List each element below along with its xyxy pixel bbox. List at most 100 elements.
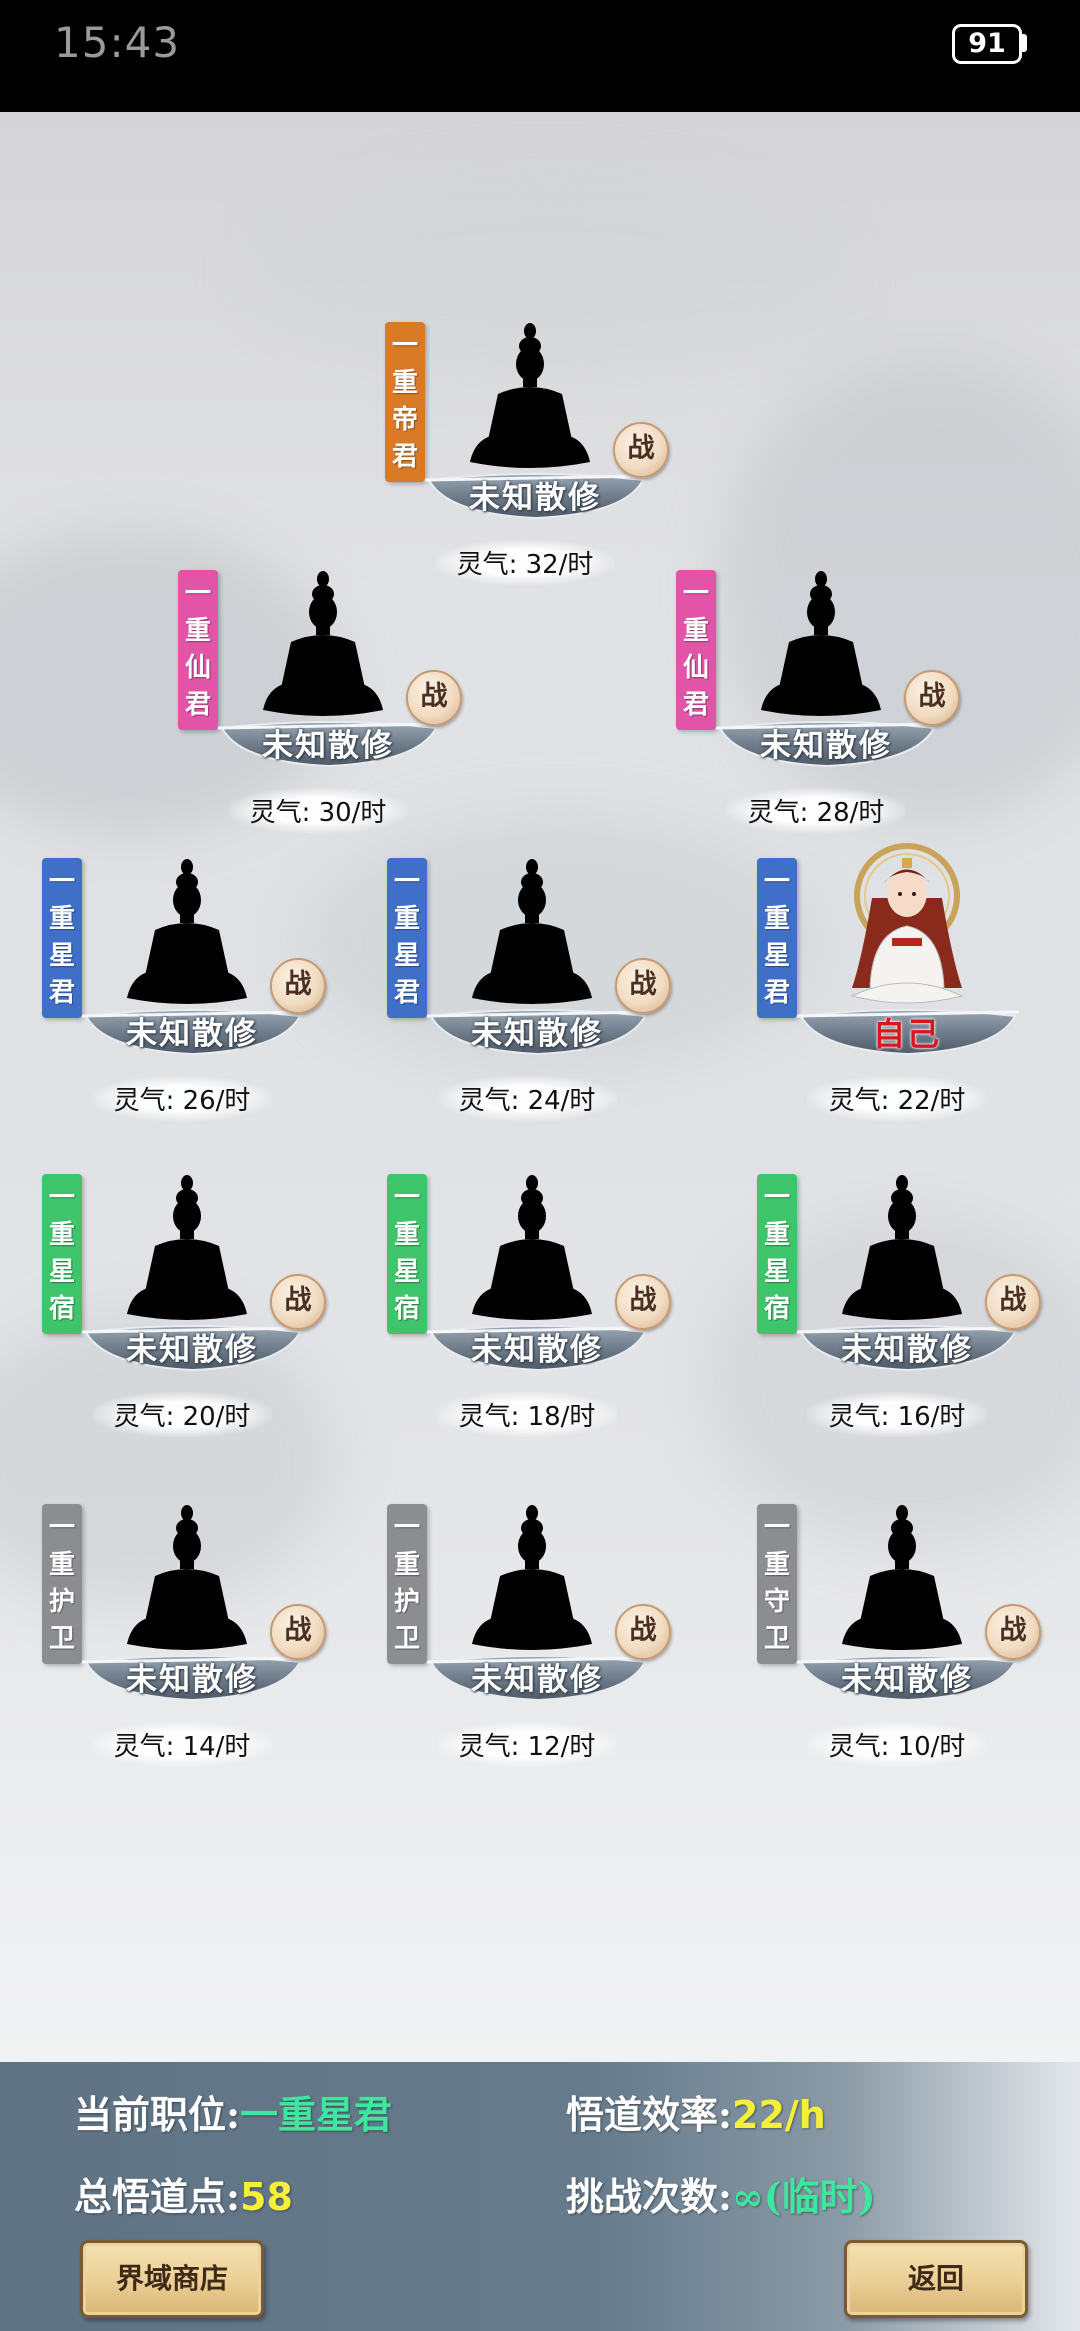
unknown-cultivator-silhouette (462, 1504, 602, 1654)
efficiency-value: 22/h (732, 2093, 826, 2137)
rank-char: 君 (184, 690, 211, 720)
spirit-rate: 灵气: 28/时 (726, 788, 906, 833)
spirit-rate: 灵气: 18/时 (437, 1392, 617, 1437)
rank-char: 星 (48, 941, 75, 971)
fight-button[interactable]: 战 (615, 1274, 671, 1330)
back-button[interactable]: 返回 (844, 2240, 1028, 2318)
current-position-label: 当前职位: (74, 2092, 241, 2137)
rank-slot: 一重守卫 未知散修战灵气: 10/时 (757, 1504, 1041, 1834)
current-position-value: 一重星君 (240, 2092, 393, 2137)
cultivator-name: 未知散修 (471, 1332, 603, 1368)
rank-char: 护 (393, 1587, 420, 1617)
fight-button[interactable]: 战 (270, 1604, 326, 1660)
fight-button[interactable]: 战 (615, 958, 671, 1014)
unknown-cultivator-silhouette (751, 570, 891, 720)
rank-banner: 一重帝君 (385, 322, 425, 482)
challenges-stat: 挑战次数:∞(临时) (566, 2166, 876, 2221)
rank-banner: 一重护卫 (387, 1504, 427, 1664)
rank-char: 卫 (48, 1624, 75, 1654)
rank-char: 一 (763, 867, 790, 897)
cultivator-name: 未知散修 (471, 1662, 603, 1698)
rank-char: 君 (763, 978, 790, 1008)
total-points-value: 58 (240, 2175, 293, 2219)
rank-slot: 一重星宿 未知散修战灵气: 16/时 (757, 1174, 1041, 1504)
current-position-stat: 当前职位:一重星君 (74, 2084, 392, 2139)
rank-char: 重 (682, 616, 709, 646)
rank-char: 卫 (763, 1624, 790, 1654)
rank-char: 一 (763, 1513, 790, 1543)
rank-char: 重 (393, 904, 420, 934)
rank-banner: 一重星宿 (757, 1174, 797, 1334)
cultivator-name: 未知散修 (760, 728, 892, 764)
unknown-cultivator-silhouette (462, 1174, 602, 1324)
rank-char: 星 (763, 941, 790, 971)
rank-char: 一 (763, 1183, 790, 1213)
spirit-rate: 灵气: 22/时 (807, 1076, 987, 1121)
spirit-rate: 灵气: 26/时 (92, 1076, 272, 1121)
fight-button[interactable]: 战 (904, 670, 960, 726)
challenges-label: 挑战次数: (566, 2174, 733, 2219)
rank-banner: 一重星宿 (42, 1174, 82, 1334)
fight-button[interactable]: 战 (270, 1274, 326, 1330)
rank-char: 君 (682, 690, 709, 720)
rank-char: 一 (48, 867, 75, 897)
self-rank-slot: 一重星君 自己 灵气: 22/时 (757, 843, 1020, 1188)
rank-banner: 一重护卫 (42, 1504, 82, 1664)
rank-slot: 一重星君 未知散修战灵气: 26/时 (42, 858, 326, 1188)
fight-button[interactable]: 战 (615, 1604, 671, 1660)
efficiency-label: 悟道效率: (566, 2092, 733, 2137)
total-points-stat: 总悟道点:58 (74, 2166, 293, 2221)
status-bar: 15:43 91 (0, 0, 1080, 112)
rank-char: 一 (48, 1183, 75, 1213)
cultivator-name: 未知散修 (126, 1332, 258, 1368)
rank-slot: 一重护卫 未知散修战灵气: 14/时 (42, 1504, 326, 1834)
rank-banner: 一重仙君 (676, 570, 716, 730)
rank-char: 宿 (48, 1294, 75, 1324)
rank-char: 星 (393, 1257, 420, 1287)
fight-button[interactable]: 战 (985, 1274, 1041, 1330)
rank-banner: 一重星君 (757, 858, 797, 1018)
player-avatar (832, 838, 982, 1008)
fight-button[interactable]: 战 (270, 958, 326, 1014)
cultivator-name: 未知散修 (262, 728, 394, 764)
rank-char: 卫 (393, 1624, 420, 1654)
unknown-cultivator-silhouette (460, 322, 600, 472)
unknown-cultivator-silhouette (117, 1504, 257, 1654)
realm-shop-button[interactable]: 界域商店 (80, 2240, 264, 2318)
rank-char: 一 (682, 579, 709, 609)
rank-banner: 一重星宿 (387, 1174, 427, 1334)
rank-char: 重 (48, 1550, 75, 1580)
rank-char: 一 (393, 1183, 420, 1213)
rank-banner: 一重星君 (42, 858, 82, 1018)
rank-banner: 一重守卫 (757, 1504, 797, 1664)
rank-slot: 一重护卫 未知散修战灵气: 12/时 (387, 1504, 671, 1834)
spirit-rate: 灵气: 30/时 (228, 788, 408, 833)
rank-char: 重 (763, 1220, 790, 1250)
rank-char: 守 (763, 1587, 790, 1617)
cultivator-name: 未知散修 (841, 1332, 973, 1368)
rank-char: 宿 (763, 1294, 790, 1324)
battery-terminal (1022, 34, 1027, 52)
rank-char: 重 (48, 904, 75, 934)
rank-char: 重 (763, 1550, 790, 1580)
spirit-rate: 灵气: 16/时 (807, 1392, 987, 1437)
fight-button[interactable]: 战 (985, 1604, 1041, 1660)
fight-button[interactable]: 战 (406, 670, 462, 726)
rank-char: 重 (48, 1220, 75, 1250)
unknown-cultivator-silhouette (832, 1174, 972, 1324)
rank-slot: 一重仙君 未知散修战灵气: 30/时 (178, 570, 462, 900)
rank-char: 重 (391, 368, 418, 398)
spirit-rate: 灵气: 12/时 (437, 1722, 617, 1767)
cultivator-name: 未知散修 (126, 1662, 258, 1698)
rank-char: 重 (184, 616, 211, 646)
unknown-cultivator-silhouette (462, 858, 602, 1008)
rank-char: 君 (391, 442, 418, 472)
cultivator-name: 未知散修 (469, 480, 601, 516)
unknown-cultivator-silhouette (117, 858, 257, 1008)
rank-char: 重 (763, 904, 790, 934)
efficiency-stat: 悟道效率:22/h (566, 2084, 826, 2139)
rank-char: 宿 (393, 1294, 420, 1324)
spirit-rate: 灵气: 20/时 (92, 1392, 272, 1437)
rank-char: 君 (393, 978, 420, 1008)
fight-button[interactable]: 战 (613, 422, 669, 478)
